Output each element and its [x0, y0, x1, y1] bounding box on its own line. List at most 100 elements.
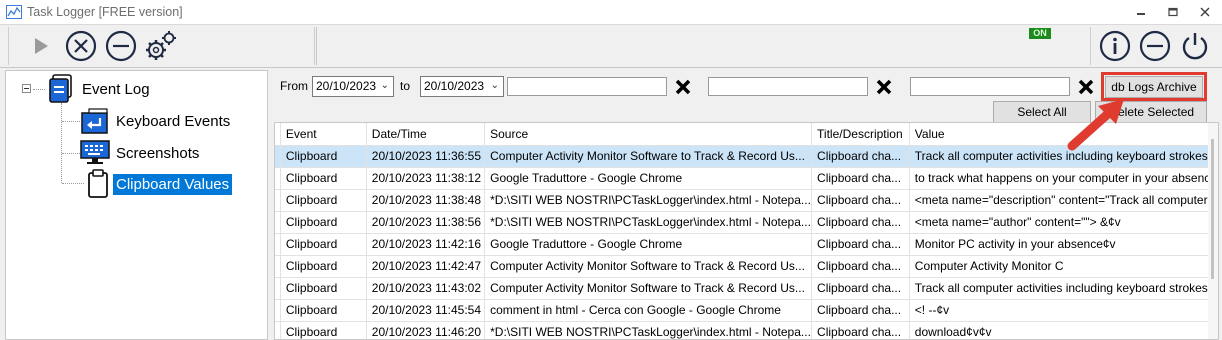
tree-connector	[62, 153, 80, 154]
info-icon	[1099, 30, 1131, 62]
app-logo-icon	[6, 5, 22, 19]
cell-value: download¢v¢v	[909, 321, 1218, 339]
clipboard-log-table: Event Date/Time Source Title/Description…	[274, 122, 1219, 340]
toolbar-left-group	[8, 27, 315, 65]
from-date-value: 20/10/2023	[316, 79, 377, 93]
cell-datetime: 20/10/2023 11:38:48	[366, 189, 486, 212]
clear-filter-3-button[interactable]	[1076, 77, 1096, 97]
cell-event: Clipboard	[280, 167, 367, 190]
toolbar-right-group	[1090, 27, 1218, 65]
tree-label: Keyboard Events	[116, 112, 231, 130]
cell-title: Clipboard cha...	[811, 145, 910, 168]
cell-source: comment in html - Cerca con Google - Goo…	[484, 299, 813, 322]
clear-filter-1-button[interactable]	[673, 77, 693, 97]
cell-event: Clipboard	[280, 277, 367, 300]
minimize-icon	[1137, 13, 1145, 15]
cell-event: Clipboard	[280, 255, 367, 278]
to-date-picker[interactable]: 20/10/2023 ⌄	[420, 76, 504, 97]
cell-title: Clipboard cha...	[811, 211, 910, 234]
tree-node-keyboard-events[interactable]: Keyboard Events	[80, 106, 233, 136]
hide-button[interactable]	[103, 28, 139, 64]
column-header-value[interactable]: Value	[909, 123, 1218, 146]
stop-circle-x-icon	[65, 30, 97, 62]
column-header-title[interactable]: Title/Description	[811, 123, 910, 146]
cell-title: Clipboard cha...	[811, 321, 910, 339]
minimize-to-tray-button[interactable]	[1137, 28, 1173, 64]
tree-label: Screenshots	[116, 144, 200, 162]
title-bar: Task Logger [FREE version]	[0, 0, 1222, 24]
cell-event: Clipboard	[280, 211, 367, 234]
column-header-source[interactable]: Source	[484, 123, 813, 146]
cell-title: Clipboard cha...	[811, 233, 910, 256]
cell-title: Clipboard cha...	[811, 167, 910, 190]
monitor-icon	[80, 138, 110, 168]
table-vertical-scrollbar[interactable]	[1208, 123, 1218, 339]
filter-input-2[interactable]	[708, 77, 868, 96]
delete-selected-button[interactable]: elete Selected	[1095, 101, 1207, 123]
minimize-window-button[interactable]	[1130, 4, 1152, 20]
tree-node-clipboard-values[interactable]: Clipboard Values	[85, 169, 233, 199]
from-date-picker[interactable]: 20/10/2023 ⌄	[312, 76, 394, 97]
table-row[interactable]: Clipboard 20/10/2023 11:42:47 Computer A…	[275, 255, 1218, 278]
cell-source: *D:\SITI WEB NOSTRI\PCTaskLogger\index.h…	[484, 321, 813, 339]
cell-title: Clipboard cha...	[811, 277, 910, 300]
tree-connector	[62, 183, 84, 184]
cell-event: Clipboard	[280, 145, 367, 168]
table-row[interactable]: Clipboard 20/10/2023 11:38:48 *D:\SITI W…	[275, 189, 1218, 212]
tree-label: Event Log	[82, 80, 150, 98]
table-row[interactable]: Clipboard 20/10/2023 11:38:56 *D:\SITI W…	[275, 211, 1218, 234]
table-row[interactable]: Clipboard 20/10/2023 11:38:12 Google Tra…	[275, 167, 1218, 190]
cell-source: Computer Activity Monitor Software to Tr…	[484, 255, 813, 278]
minus-circle-icon	[105, 30, 137, 62]
maximize-window-button[interactable]	[1162, 4, 1184, 20]
tree-label: Clipboard Values	[113, 173, 233, 195]
info-button[interactable]	[1097, 28, 1133, 64]
scrollbar-thumb[interactable]	[1211, 139, 1214, 279]
filter-input-3[interactable]	[910, 77, 1070, 96]
to-label: to	[400, 79, 411, 93]
keyboard-enter-icon	[80, 106, 110, 136]
cell-event: Clipboard	[280, 299, 367, 322]
table-row[interactable]: Clipboard 20/10/2023 11:36:55 Computer A…	[275, 145, 1218, 168]
cell-datetime: 20/10/2023 11:43:02	[366, 277, 486, 300]
cell-datetime: 20/10/2023 11:38:56	[366, 211, 486, 234]
cell-value: Track all computer activities including …	[909, 277, 1218, 300]
table-row[interactable]: Clipboard 20/10/2023 11:43:02 Computer A…	[275, 277, 1218, 300]
tree-node-event-log[interactable]: Event Log	[46, 74, 153, 104]
cell-source: Google Traduttore - Google Chrome	[484, 233, 813, 256]
event-log-icon	[46, 74, 76, 104]
tree-node-screenshots[interactable]: Screenshots	[80, 138, 202, 168]
table-row[interactable]: Clipboard 20/10/2023 11:46:20 *D:\SITI W…	[275, 321, 1218, 339]
cell-title: Clipboard cha...	[811, 189, 910, 212]
log-panel: From 20/10/2023 ⌄ to 20/10/2023 ⌄ db Log…	[271, 70, 1222, 340]
cell-datetime: 20/10/2023 11:42:16	[366, 233, 486, 256]
minimize-circle-icon	[1139, 30, 1171, 62]
cell-value: Track all computer activities including …	[909, 145, 1218, 168]
tree-collapse-toggle[interactable]	[22, 84, 31, 93]
window-title: Task Logger [FREE version]	[27, 5, 183, 19]
close-window-button[interactable]	[1194, 4, 1216, 20]
clear-filter-2-button[interactable]	[874, 77, 894, 97]
table-row[interactable]: Clipboard 20/10/2023 11:42:16 Google Tra…	[275, 233, 1218, 256]
table-row[interactable]: Clipboard 20/10/2023 11:45:54 comment in…	[275, 299, 1218, 322]
column-header-event[interactable]: Event	[280, 123, 367, 146]
column-header-datetime[interactable]: Date/Time	[366, 123, 486, 146]
power-icon	[1182, 33, 1208, 60]
settings-button[interactable]	[143, 28, 179, 64]
cell-value: <meta name="author" content=""> &¢v	[909, 211, 1218, 234]
clipboard-icon	[85, 169, 110, 199]
cell-datetime: 20/10/2023 11:36:55	[366, 145, 486, 168]
cell-datetime: 20/10/2023 11:42:47	[366, 255, 486, 278]
filter-input-1[interactable]	[507, 77, 667, 96]
close-icon	[876, 79, 892, 95]
tree-connector	[61, 103, 62, 183]
power-button[interactable]	[1177, 28, 1213, 64]
close-icon	[675, 79, 691, 95]
chevron-down-icon: ⌄	[380, 80, 389, 91]
close-icon	[1200, 7, 1210, 17]
start-button[interactable]	[23, 28, 59, 64]
select-all-button[interactable]: Select All	[993, 101, 1091, 123]
filter-row: From 20/10/2023 ⌄ to 20/10/2023 ⌄ db Log…	[271, 76, 1222, 98]
stop-button[interactable]	[63, 28, 99, 64]
cell-event: Clipboard	[280, 189, 367, 212]
